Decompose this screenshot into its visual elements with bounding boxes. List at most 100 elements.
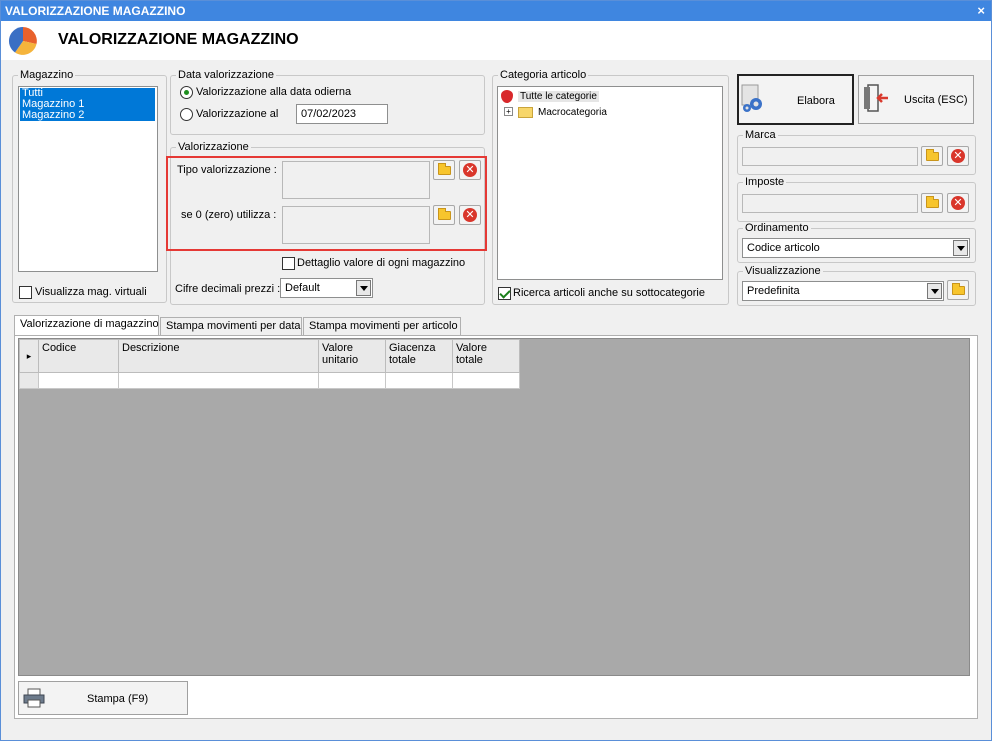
close-icon[interactable]: × xyxy=(977,3,985,18)
magazzino-selection: Tutti Magazzino 1 Magazzino 2 xyxy=(20,88,155,121)
table-row[interactable] xyxy=(19,372,520,389)
tree-root-label[interactable]: Tutte le categorie xyxy=(518,91,599,102)
radio-data-odierna-label: Valorizzazione alla data odierna xyxy=(196,86,352,98)
folder-icon xyxy=(518,107,533,118)
chevron-down-icon[interactable] xyxy=(927,283,942,299)
date-field[interactable]: 07/02/2023 xyxy=(296,104,388,124)
visualizzazione-group: Visualizzazione Predefinita xyxy=(737,265,976,306)
stampa-button[interactable]: Stampa (F9) xyxy=(18,681,188,715)
imposte-legend: Imposte xyxy=(743,176,787,188)
tab-movimenti-data[interactable]: Stampa movimenti per data xyxy=(160,317,302,335)
marca-field[interactable] xyxy=(742,147,918,166)
zero-utilizza-label: se 0 (zero) utilizza : xyxy=(181,209,277,221)
categoria-tree[interactable]: Tutte le categorie + Macrocategoria xyxy=(497,86,723,280)
tab-movimenti-articolo[interactable]: Stampa movimenti per articolo xyxy=(303,317,461,335)
magazzino-group: Magazzino Tutti Magazzino 1 Magazzino 2 … xyxy=(12,69,167,303)
strawberry-icon xyxy=(501,90,513,103)
tree-child-label[interactable]: Macrocategoria xyxy=(538,107,607,118)
tipo-browse-button[interactable] xyxy=(433,160,455,180)
grid-cell[interactable] xyxy=(318,372,386,389)
ordinamento-group: Ordinamento Codice articolo xyxy=(737,222,976,263)
grid-cell[interactable] xyxy=(38,372,119,389)
radio-data-al[interactable] xyxy=(180,108,193,121)
clear-icon: ✕ xyxy=(951,196,965,210)
folder-icon xyxy=(952,283,965,295)
radio-data-odierna[interactable] xyxy=(180,86,193,99)
visualizzazione-legend: Visualizzazione xyxy=(743,265,823,277)
stampa-label: Stampa (F9) xyxy=(87,693,149,705)
title-bar: VALORIZZAZIONE MAGAZZINO × xyxy=(1,1,991,21)
virtual-checkbox[interactable] xyxy=(19,286,32,299)
list-item[interactable]: Magazzino 2 xyxy=(20,110,155,121)
tipo-clear-button[interactable]: ✕ xyxy=(459,160,481,180)
tipo-valorizzazione-field[interactable] xyxy=(282,161,430,199)
visualizzazione-select[interactable]: Predefinita xyxy=(742,281,944,301)
dettaglio-checkbox[interactable] xyxy=(282,257,295,270)
zero-browse-button[interactable] xyxy=(433,205,455,225)
folder-icon xyxy=(926,196,939,208)
folder-icon xyxy=(438,163,451,175)
grid-cell[interactable] xyxy=(118,372,319,389)
cifre-decimali-select[interactable]: Default xyxy=(280,278,373,298)
column-valore-totale[interactable]: Valore totale xyxy=(452,339,520,373)
elabora-label: Elabora xyxy=(797,95,835,107)
grid-cell[interactable] xyxy=(385,372,453,389)
grid-header-row: ▸ Codice Descrizione Valore unitario Gia… xyxy=(19,339,520,373)
clear-icon: ✕ xyxy=(463,163,477,177)
imposte-group: Imposte ✕ xyxy=(737,176,976,222)
expand-icon[interactable]: + xyxy=(504,107,513,116)
magazzino-legend: Magazzino xyxy=(18,69,76,81)
tab-strip: Valorizzazione di magazzino Stampa movim… xyxy=(14,315,474,337)
row-indicator-header: ▸ xyxy=(19,339,39,373)
data-valorizzazione-legend: Data valorizzazione xyxy=(176,69,276,81)
clear-icon: ✕ xyxy=(951,149,965,163)
marca-clear-button[interactable]: ✕ xyxy=(947,146,969,166)
marca-group: Marca ✕ xyxy=(737,129,976,175)
ordinamento-value: Codice articolo xyxy=(747,242,820,254)
column-descrizione[interactable]: Descrizione xyxy=(118,339,319,373)
imposte-browse-button[interactable] xyxy=(921,193,943,213)
marca-browse-button[interactable] xyxy=(921,146,943,166)
magazzino-list[interactable]: Tutti Magazzino 1 Magazzino 2 xyxy=(18,86,158,272)
window-title: VALORIZZAZIONE MAGAZZINO xyxy=(5,4,186,18)
row-header-cell[interactable] xyxy=(19,372,39,389)
pie-chart-icon xyxy=(8,26,37,55)
radio-data-al-label: Valorizzazione al xyxy=(196,108,279,120)
cifre-decimali-value: Default xyxy=(285,282,320,294)
chevron-down-icon[interactable] xyxy=(356,280,371,296)
grid-cell[interactable] xyxy=(452,372,520,389)
zero-utilizza-field[interactable] xyxy=(282,206,430,244)
clear-icon: ✕ xyxy=(463,208,477,222)
uscita-label: Uscita (ESC) xyxy=(904,94,968,106)
uscita-button[interactable]: Uscita (ESC) xyxy=(858,75,974,124)
visualizzazione-browse-button[interactable] xyxy=(947,280,969,300)
virtual-label: Visualizza mag. virtuali xyxy=(35,286,147,298)
data-grid[interactable]: ▸ Codice Descrizione Valore unitario Gia… xyxy=(18,338,970,676)
header: VALORIZZAZIONE MAGAZZINO xyxy=(1,21,991,60)
tipo-valorizzazione-label: Tipo valorizzazione : xyxy=(177,164,277,176)
ordinamento-select[interactable]: Codice articolo xyxy=(742,238,970,258)
elabora-button[interactable]: Elabora xyxy=(737,74,854,125)
imposte-field[interactable] xyxy=(742,194,918,213)
imposte-clear-button[interactable]: ✕ xyxy=(947,193,969,213)
tab-valorizzazione[interactable]: Valorizzazione di magazzino xyxy=(14,315,159,335)
categoria-group: Categoria articolo Tutte le categorie + … xyxy=(492,69,729,305)
valorizzazione-legend: Valorizzazione xyxy=(176,141,251,153)
ordinamento-legend: Ordinamento xyxy=(743,222,811,234)
folder-icon xyxy=(926,149,939,161)
exit-door-icon xyxy=(864,84,888,112)
marca-legend: Marca xyxy=(743,129,778,141)
zero-clear-button[interactable]: ✕ xyxy=(459,205,481,225)
column-codice[interactable]: Codice xyxy=(38,339,119,373)
categoria-legend: Categoria articolo xyxy=(498,69,589,81)
chevron-down-icon[interactable] xyxy=(953,240,968,256)
gear-document-icon xyxy=(741,84,762,112)
column-giacenza-totale[interactable]: Giacenza totale xyxy=(385,339,453,373)
dettaglio-label: Dettaglio valore di ogni magazzino xyxy=(297,257,466,269)
ricerca-checkbox[interactable] xyxy=(498,287,511,300)
row-indicator-icon: ▸ xyxy=(26,351,32,361)
grid-table: ▸ Codice Descrizione Valore unitario Gia… xyxy=(19,339,520,389)
cifre-decimali-label: Cifre decimali prezzi : xyxy=(175,283,281,295)
column-valore-unitario[interactable]: Valore unitario xyxy=(318,339,386,373)
window: VALORIZZAZIONE MAGAZZINO × VALORIZZAZION… xyxy=(0,0,992,741)
